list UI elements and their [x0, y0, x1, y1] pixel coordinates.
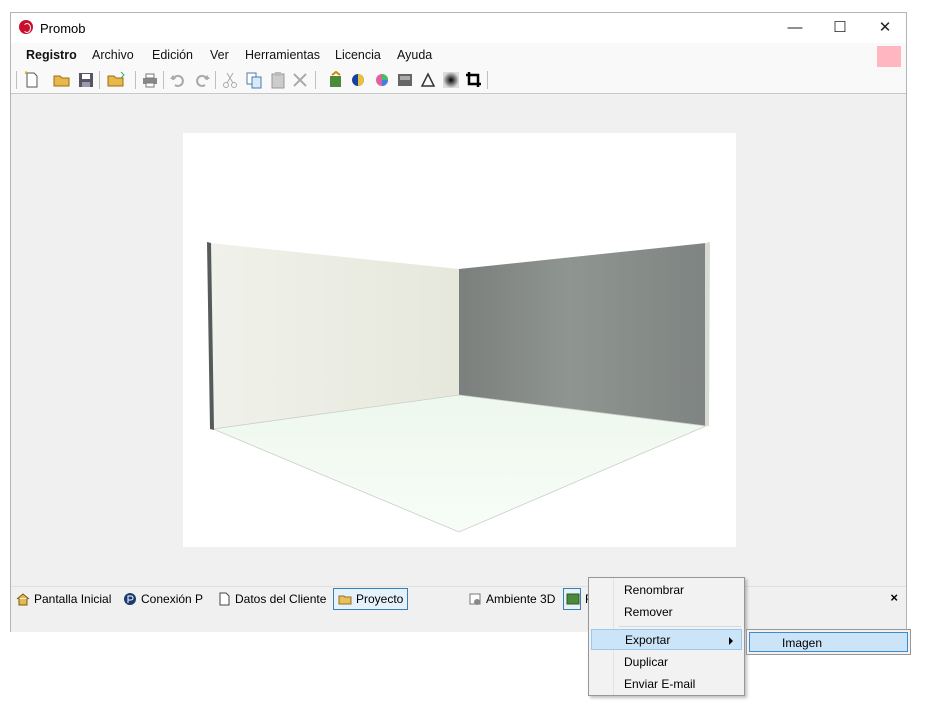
render-icon[interactable]: [327, 71, 345, 89]
menu-herramientas[interactable]: Herramientas: [245, 48, 320, 62]
maximize-button[interactable]: ☐: [817, 13, 863, 43]
menu-bar: Registro Archivo Edición Ver Herramienta…: [11, 43, 906, 69]
redo-icon[interactable]: [193, 71, 211, 89]
folder-icon: [338, 595, 352, 605]
tab-label: Datos del Cliente: [235, 592, 327, 606]
minimize-button[interactable]: —: [772, 13, 818, 43]
delete-icon[interactable]: [291, 71, 309, 89]
triangle-icon[interactable]: [419, 71, 437, 89]
scene-icon: [469, 593, 481, 605]
menu-edicion[interactable]: Edición: [152, 48, 193, 62]
sphere-icon[interactable]: [349, 71, 367, 89]
menu-separator: [619, 626, 741, 627]
promob-logo-icon: [19, 20, 33, 34]
tab-label: Pantalla Inicial: [34, 592, 112, 606]
3d-viewport[interactable]: [183, 133, 736, 547]
tab-label: Proyecto: [356, 592, 404, 606]
cut-icon[interactable]: [221, 71, 239, 89]
menu-item-duplicar[interactable]: Duplicar: [591, 652, 742, 673]
right-wall-edge: [705, 242, 710, 426]
menu-item-label: Duplicar: [624, 655, 669, 669]
toolbar-separator: [215, 71, 216, 89]
export-submenu: Imagen: [746, 629, 911, 655]
color-wheel-icon[interactable]: [373, 71, 391, 89]
toolbar: [11, 67, 906, 94]
toolbar-separator: [135, 71, 136, 89]
tab-bar: Pantalla Inicial Conexión P Datos del Cl…: [11, 586, 906, 612]
document-icon: [219, 592, 230, 606]
save-icon[interactable]: [77, 71, 95, 89]
tab-datos-cliente[interactable]: Datos del Cliente: [217, 589, 326, 609]
status-indicator: [877, 46, 901, 69]
menu-item-label: Exportar: [625, 633, 671, 647]
close-tab-button[interactable]: ×: [890, 590, 898, 605]
tab-render[interactable]: [563, 588, 581, 610]
tab-ambiente-3d[interactable]: Ambiente 3D: [468, 589, 555, 609]
tab-proyecto[interactable]: Proyecto: [333, 588, 409, 610]
crop-icon[interactable]: [465, 71, 483, 89]
print-icon[interactable]: [141, 71, 159, 89]
blur-icon[interactable]: [442, 71, 460, 89]
image-icon[interactable]: [396, 71, 414, 89]
home-icon: [16, 593, 30, 606]
tab-label: Ambiente 3D: [486, 592, 556, 606]
close-button[interactable]: ✕: [862, 13, 908, 43]
connection-icon: [124, 593, 136, 605]
menu-ayuda[interactable]: Ayuda: [397, 48, 432, 62]
menu-item-remover[interactable]: Remover: [591, 602, 742, 623]
toolbar-separator: [315, 71, 316, 89]
menu-item-imagen[interactable]: Imagen: [749, 632, 908, 652]
export-icon[interactable]: [107, 71, 125, 89]
menu-archivo[interactable]: Archivo: [92, 48, 134, 62]
right-wall: [459, 243, 706, 426]
submenu-arrow-icon: [729, 637, 733, 645]
open-folder-icon[interactable]: [53, 71, 71, 89]
menu-licencia[interactable]: Licencia: [335, 48, 381, 62]
title-bar: Promob — ☐ ✕: [11, 13, 906, 43]
tab-label: Conexión P: [141, 592, 204, 606]
main-window: Promob — ☐ ✕ Registro Archivo Edición Ve…: [10, 12, 907, 632]
menu-item-renombrar[interactable]: Renombrar: [591, 580, 742, 601]
render-tab-icon: [566, 593, 580, 605]
context-menu: Renombrar Remover Exportar Duplicar Envi…: [588, 577, 745, 696]
new-file-icon[interactable]: [23, 71, 41, 89]
toolbar-separator: [99, 71, 100, 89]
toolbar-separator: [163, 71, 164, 89]
menu-ver[interactable]: Ver: [210, 48, 229, 62]
menu-registro[interactable]: Registro: [26, 48, 77, 62]
toolbar-grip: [16, 71, 17, 89]
menu-item-label: Remover: [624, 605, 673, 619]
toolbar-separator: [487, 71, 488, 89]
window-title: Promob: [40, 21, 86, 36]
menu-item-enviar-email[interactable]: Enviar E-mail: [591, 674, 742, 695]
room-render: [207, 242, 710, 533]
menu-item-label: Renombrar: [624, 583, 685, 597]
undo-icon[interactable]: [169, 71, 187, 89]
tab-conexion[interactable]: Conexión P: [123, 589, 203, 609]
copy-icon[interactable]: [245, 71, 263, 89]
paste-icon[interactable]: [269, 71, 287, 89]
menu-item-label: Enviar E-mail: [624, 677, 696, 691]
menu-item-exportar[interactable]: Exportar: [591, 629, 742, 650]
tab-pantalla-inicial[interactable]: Pantalla Inicial: [16, 589, 111, 609]
